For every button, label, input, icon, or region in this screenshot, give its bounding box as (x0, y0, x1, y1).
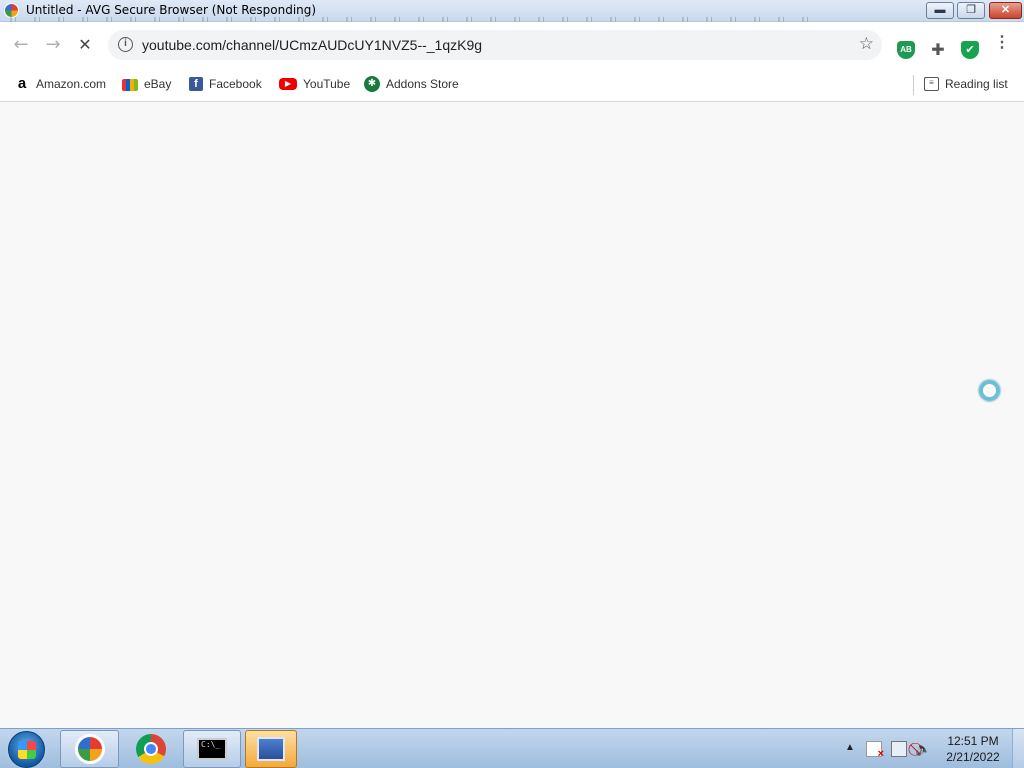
stop-loading-button[interactable]: ✕ (74, 34, 96, 56)
extensions-puzzle-icon[interactable]: ✚ (929, 41, 947, 59)
system-clock[interactable]: 12:51 PM 2/21/2022 (938, 733, 1008, 765)
bookmark-addons-store[interactable]: ✱ Addons Store (364, 76, 459, 94)
chrome-icon (136, 734, 166, 764)
addons-store-icon: ✱ (364, 76, 380, 92)
ebay-icon (122, 79, 138, 91)
url-text[interactable]: youtube.com/channel/UCmzAUDcUY1NVZ5--_1q… (142, 37, 482, 53)
clock-date: 2/21/2022 (946, 750, 1000, 764)
bookmark-facebook[interactable]: f Facebook (189, 76, 262, 94)
address-bar[interactable]: i youtube.com/channel/UCmzAUDcUY1NVZ5--_… (108, 30, 882, 60)
taskbar-chrome[interactable] (122, 730, 180, 768)
taskbar-avg-browser[interactable] (60, 730, 119, 768)
busy-cursor-icon (979, 380, 1000, 401)
avg-shield-icon[interactable]: ✔ (961, 41, 979, 59)
forward-button[interactable]: → (42, 34, 64, 56)
page-content[interactable] (0, 103, 1024, 727)
close-button[interactable]: ✕ (989, 2, 1022, 19)
taskbar-network-app[interactable] (245, 730, 297, 768)
show-hidden-icons-button[interactable]: ▲ (845, 742, 855, 753)
windows-logo-icon (18, 741, 36, 759)
bookmark-label: Facebook (209, 77, 262, 91)
site-info-icon[interactable]: i (118, 37, 133, 52)
network-status-icon[interactable] (891, 741, 907, 757)
bookmark-star-icon[interactable]: ☆ (859, 34, 874, 54)
windows-taskbar: C:\_ ▲ 🔈 12:51 PM 2/21/2022 (0, 728, 1024, 768)
bookmarks-divider (913, 75, 914, 95)
taskbar-command-prompt[interactable]: C:\_ (183, 730, 241, 768)
bookmark-label: YouTube (303, 77, 351, 91)
window-title: Untitled - AVG Secure Browser (Not Respo… (26, 3, 317, 17)
adblock-extension-icon[interactable]: AB (897, 41, 915, 59)
bookmark-youtube[interactable]: ▶ YouTube (279, 76, 350, 94)
bookmark-label: Addons Store (386, 77, 459, 91)
browser-menu-button[interactable]: ⋮ (994, 35, 1010, 51)
command-prompt-icon: C:\_ (197, 738, 227, 760)
action-center-flag-icon[interactable] (866, 741, 884, 760)
network-monitor-icon (257, 737, 285, 761)
bookmark-label: eBay (144, 77, 172, 91)
minimize-button[interactable]: ▬ (926, 2, 954, 19)
bookmarks-bar: a Amazon.com eBay f Facebook ▶ YouTube ✱ Add… (0, 68, 1024, 102)
reading-list-label: Reading list (945, 77, 1008, 91)
show-desktop-button[interactable] (1012, 729, 1024, 768)
youtube-icon: ▶ (279, 78, 297, 90)
reading-list-icon: ≡ (924, 77, 939, 91)
bookmark-ebay[interactable]: eBay (122, 76, 171, 94)
amazon-icon: a (17, 75, 27, 92)
volume-muted-icon[interactable]: 🔈 (915, 741, 931, 757)
browser-toolbar: ← → ✕ i youtube.com/channel/UCmzAUDcUY1N… (0, 22, 1024, 68)
bookmark-amazon[interactable]: a Amazon.com (14, 76, 106, 94)
clock-time: 12:51 PM (947, 734, 999, 748)
title-bar: Untitled - AVG Secure Browser (Not Respo… (0, 0, 1024, 23)
reading-list-button[interactable]: ≡ Reading list (924, 76, 1008, 94)
back-button[interactable]: ← (10, 34, 32, 56)
avg-browser-icon (4, 3, 19, 18)
start-button[interactable] (8, 731, 45, 768)
avg-browser-icon (74, 734, 105, 764)
maximize-button[interactable]: ❐ (957, 2, 985, 19)
bookmark-label: Amazon.com (36, 77, 107, 91)
facebook-icon: f (189, 77, 203, 91)
